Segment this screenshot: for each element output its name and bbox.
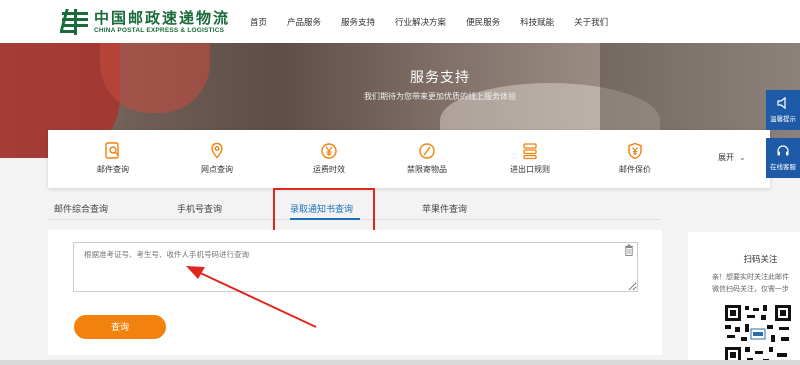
nav-home[interactable]: 首页 bbox=[250, 16, 267, 28]
banner-title: 服务支持 bbox=[410, 69, 470, 85]
main-nav: 首页 产品服务 服务支持 行业解决方案 便民服务 科技赋能 关于我们 bbox=[240, 0, 618, 43]
shield-yen-icon bbox=[628, 142, 642, 160]
nav-convenience[interactable]: 便民服务 bbox=[466, 16, 500, 28]
yen-icon bbox=[321, 143, 337, 159]
service-insurance[interactable]: 邮件保价 bbox=[600, 142, 670, 175]
tab-apple-item-query[interactable]: 苹果件查询 bbox=[422, 202, 467, 215]
rules-icon bbox=[523, 143, 537, 160]
qr-title: 扫码关注 bbox=[743, 254, 778, 264]
service-prohibited-items[interactable]: 禁限寄物品 bbox=[392, 142, 462, 175]
banner-subtitle: 我们期待为您带来更加优质的线上服务体验 bbox=[364, 92, 516, 101]
service-label: 邮件查询 bbox=[97, 165, 129, 174]
warm-tips-label: 温馨提示 bbox=[770, 116, 796, 123]
service-label: 进出口规则 bbox=[510, 165, 550, 174]
service-mail-query[interactable]: 邮件查询 bbox=[78, 142, 148, 175]
expand-label: 展开 bbox=[718, 153, 734, 162]
query-button[interactable]: 查询 bbox=[74, 315, 166, 339]
top-header: 中国邮政速递物流 CHINA POSTAL EXPRESS & LOGISTIC… bbox=[0, 0, 800, 43]
service-label: 禁限寄物品 bbox=[407, 165, 447, 174]
qr-code-image bbox=[723, 303, 793, 365]
speaker-icon bbox=[777, 96, 786, 110]
service-quick-bar: 邮件查询 网点查询 运费时效 禁限寄物品 进出口规则 邮件保价 展开 ⌄ bbox=[48, 130, 770, 188]
tab-phone-query[interactable]: 手机号查询 bbox=[177, 202, 222, 215]
logo-english-name: CHINA POSTAL EXPRESS & LOGISTICS bbox=[94, 27, 225, 34]
nav-technology[interactable]: 科技赋能 bbox=[520, 16, 554, 28]
search-doc-icon bbox=[105, 142, 119, 159]
nav-industry-solutions[interactable]: 行业解决方案 bbox=[395, 16, 446, 28]
online-service-button[interactable]: 在线客服 bbox=[766, 138, 800, 178]
chevron-down-icon: ⌄ bbox=[739, 153, 746, 162]
trash-icon[interactable] bbox=[624, 244, 634, 256]
tab-general-query[interactable]: 邮件综合查询 bbox=[54, 202, 108, 215]
forbidden-icon bbox=[419, 143, 435, 159]
headset-icon bbox=[777, 145, 789, 156]
logo-chinese-name: 中国邮政速递物流 bbox=[94, 9, 231, 27]
horizontal-scrollbar[interactable] bbox=[0, 360, 800, 365]
nav-about[interactable]: 关于我们 bbox=[574, 16, 608, 28]
warm-tips-button[interactable]: 温馨提示 bbox=[766, 90, 800, 130]
service-label: 网点查询 bbox=[201, 165, 233, 174]
service-import-export-rules[interactable]: 进出口规则 bbox=[495, 142, 565, 175]
annotation-highlight-box bbox=[273, 188, 375, 234]
qr-description: 亲！想要实时关注此邮件 bbox=[712, 274, 789, 281]
nav-support[interactable]: 服务支持 bbox=[341, 16, 375, 28]
nav-products[interactable]: 产品服务 bbox=[287, 16, 321, 28]
location-icon bbox=[211, 142, 223, 159]
service-label: 运费时效 bbox=[313, 165, 345, 174]
service-outlet-query[interactable]: 网点查询 bbox=[182, 142, 252, 175]
query-input[interactable] bbox=[73, 242, 638, 292]
service-shipping-time[interactable]: 运费时效 bbox=[294, 142, 364, 175]
qr-description: 微信扫码关注，仅需一步 bbox=[712, 286, 789, 293]
service-label: 邮件保价 bbox=[619, 165, 651, 174]
china-post-logo-icon bbox=[60, 9, 88, 35]
china-post-logo[interactable]: 中国邮政速递物流 CHINA POSTAL EXPRESS & LOGISTIC… bbox=[60, 6, 230, 38]
online-service-label: 在线客服 bbox=[770, 164, 796, 171]
expand-toggle[interactable]: 展开 ⌄ bbox=[718, 152, 746, 163]
